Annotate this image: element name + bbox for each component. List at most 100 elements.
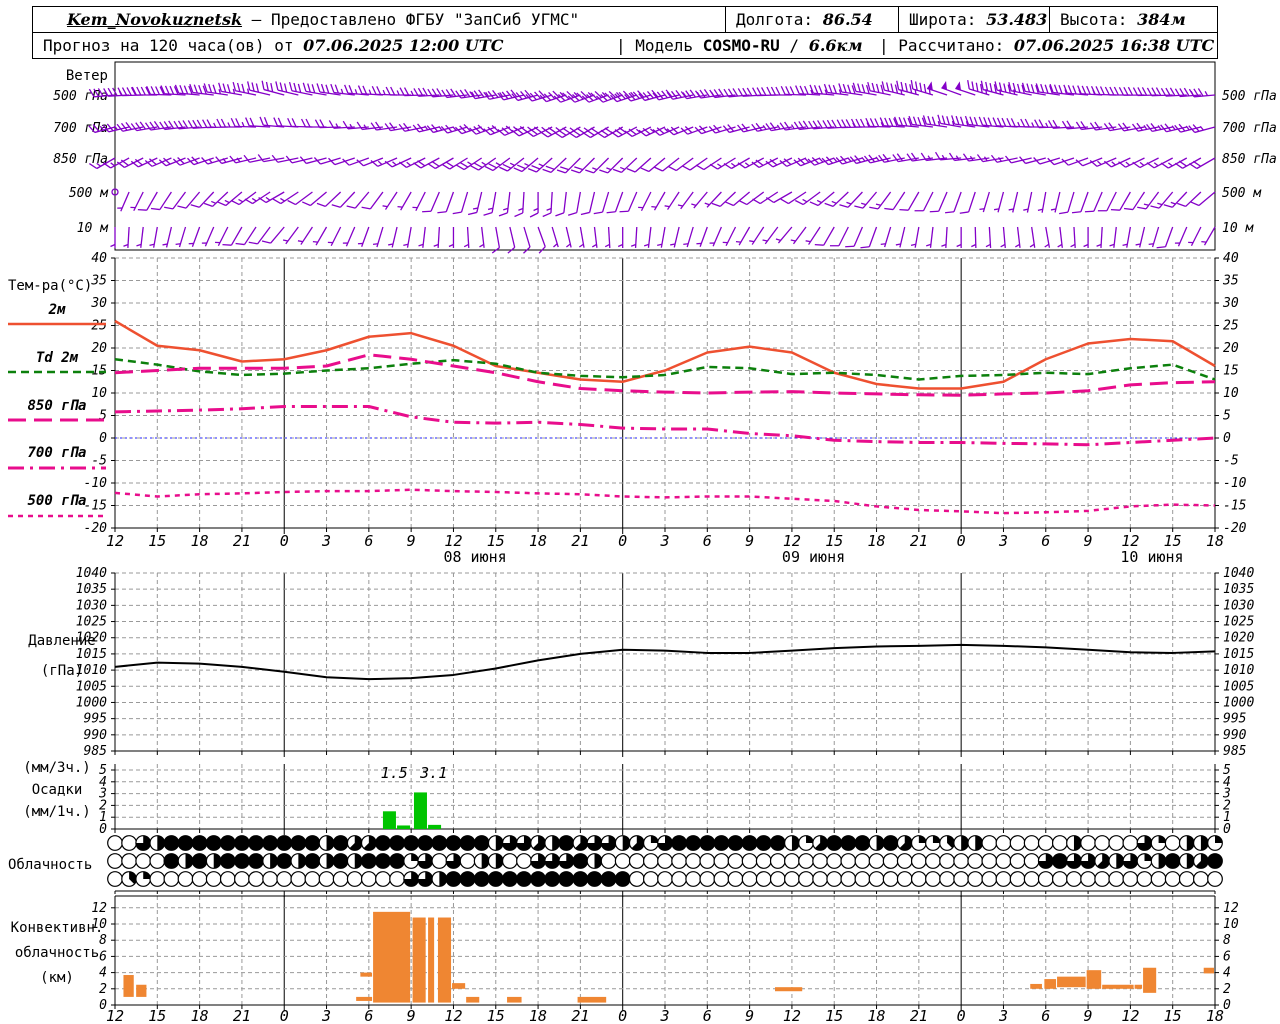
- conv-title-2: облачность: [15, 945, 99, 961]
- x-hour-label-bottom: 15: [148, 1007, 166, 1024]
- y-tick-left: -10: [84, 476, 108, 491]
- y-tick-left: 990: [84, 728, 108, 743]
- x-hour-label-bottom: 9: [407, 1007, 416, 1024]
- conv-cloud-bar: [360, 972, 373, 977]
- y-tick-right: 1040: [1223, 566, 1254, 581]
- conv-cloud-bar: [1134, 984, 1143, 989]
- y-tick-left: 2: [99, 982, 107, 997]
- conv-cloud-bar: [1143, 967, 1157, 993]
- conv-cloud-bar: [1030, 983, 1042, 989]
- x-date-label: 08 июня: [443, 548, 506, 566]
- y-tick-left: -5: [91, 454, 107, 469]
- x-hour-label: 9: [1084, 532, 1093, 550]
- x-hour-label-bottom: 3: [998, 1007, 1008, 1024]
- x-hour-label: 18: [529, 532, 547, 550]
- y-tick-right: 5: [1223, 409, 1231, 424]
- conv-cloud-bar: [437, 917, 452, 1003]
- cloud-row-upper: [107, 835, 1223, 851]
- legend-label: 2м: [48, 302, 66, 318]
- x-hour-label-bottom: 9: [1084, 1007, 1093, 1024]
- conv-unit: (км): [40, 970, 74, 986]
- y-tick-left: 1015: [76, 647, 107, 662]
- y-tick-left: 0: [99, 431, 107, 446]
- y-tick-right: -10: [1223, 476, 1247, 491]
- wind-level-label-left: 500 м: [69, 186, 109, 201]
- conv-cloud-bar: [1086, 970, 1102, 989]
- x-hour-label: 18: [1206, 532, 1224, 550]
- x-hour-label-bottom: 15: [487, 1007, 505, 1024]
- conv-cloud-bar: [428, 917, 435, 1003]
- x-hour-label: 3: [659, 532, 669, 550]
- y-tick-right: 10: [1223, 386, 1239, 401]
- y-tick-left: 20: [91, 341, 107, 356]
- y-tick-left: 985: [84, 744, 108, 759]
- wind-level-label-right: 10 м: [1222, 221, 1254, 236]
- wind-level-label-right: 700 гПа: [1222, 121, 1277, 136]
- y-tick-right: 1015: [1223, 647, 1254, 662]
- x-hour-label: 3: [321, 532, 331, 550]
- precip-unit-1h: (мм/1ч.): [23, 804, 90, 820]
- y-tick-right: 1035: [1223, 582, 1254, 597]
- x-hour-label-bottom: 12: [783, 1007, 801, 1024]
- y-tick-right: 8: [1223, 933, 1231, 948]
- x-hour-label-bottom: 12: [106, 1007, 124, 1024]
- x-hour-label-bottom: 21: [571, 1007, 589, 1024]
- y-tick-right: 1005: [1223, 679, 1254, 694]
- x-hour-label-bottom: 18: [868, 1007, 886, 1024]
- y-tick-right: 20: [1223, 341, 1239, 356]
- x-hour-label: 0: [280, 532, 289, 550]
- precip-bar: [428, 824, 442, 829]
- y-tick-right: 1025: [1223, 615, 1254, 630]
- conv-cloud-bar: [466, 996, 480, 1003]
- x-hour-label-bottom: 15: [1164, 1007, 1182, 1024]
- y-tick-right: 0: [1223, 431, 1231, 446]
- x-hour-label: 6: [1041, 532, 1050, 550]
- x-hour-label-bottom: 18: [1206, 1007, 1224, 1024]
- pressure-title: Давление: [28, 633, 95, 649]
- y-tick-right: 5: [1223, 763, 1231, 778]
- conv-cloud-bar: [412, 917, 426, 1003]
- wind-barb-row: [88, 151, 1216, 174]
- y-tick-right: -5: [1223, 454, 1239, 469]
- wind-level-label-right: 500 м: [1222, 186, 1262, 201]
- y-tick-left: 995: [84, 712, 108, 727]
- x-hour-label: 21: [910, 532, 928, 550]
- x-hour-label-bottom: 6: [1041, 1007, 1050, 1024]
- y-tick-left: 25: [91, 319, 107, 334]
- y-tick-right: 995: [1223, 712, 1247, 727]
- pressure-unit: (гПа): [41, 663, 83, 679]
- x-hour-label: 21: [571, 532, 589, 550]
- conv-cloud-bar: [356, 996, 373, 1001]
- meteogram-page: Kem_Novokuznetsk — Предоставлено ФГБУ "З…: [0, 0, 1280, 1024]
- conv-cloud-bar: [373, 911, 411, 1003]
- cloud-row-middle: [107, 853, 1223, 869]
- y-tick-left: 30: [90, 296, 107, 311]
- y-tick-left: 1000: [76, 695, 107, 710]
- y-tick-right: 1020: [1223, 631, 1254, 646]
- y-tick-left: 4: [99, 966, 107, 981]
- wind-barb-row: [110, 226, 1216, 254]
- x-hour-label: 6: [364, 532, 373, 550]
- wind-level-label-right: 850 гПа: [1222, 152, 1277, 167]
- wind-title: Ветер: [66, 68, 108, 84]
- conv-cloud-bar: [452, 983, 466, 989]
- x-hour-label: 6: [703, 532, 712, 550]
- x-hour-label-bottom: 6: [703, 1007, 712, 1024]
- y-tick-left: 40: [91, 251, 107, 266]
- y-tick-left: -15: [84, 499, 108, 514]
- precip-value-label: 3.1: [419, 764, 447, 782]
- y-tick-right: 0: [1223, 998, 1231, 1013]
- cloud-row-lower: [107, 871, 1223, 887]
- y-tick-right: 15: [1223, 364, 1239, 379]
- conv-cloud-bar: [1044, 979, 1057, 989]
- precip-value-label: 1.5: [381, 764, 408, 782]
- y-tick-right: 6: [1223, 949, 1231, 964]
- wind-barb-row: [88, 114, 1216, 139]
- y-tick-left: 1030: [76, 598, 107, 613]
- precip-title: Осадки: [32, 782, 83, 798]
- y-tick-right: 990: [1223, 728, 1247, 743]
- conv-cloud-bar: [1203, 967, 1214, 974]
- x-hour-label-bottom: 0: [280, 1007, 289, 1024]
- conv-cloud-bar: [577, 996, 607, 1003]
- y-tick-right: 40: [1223, 251, 1239, 266]
